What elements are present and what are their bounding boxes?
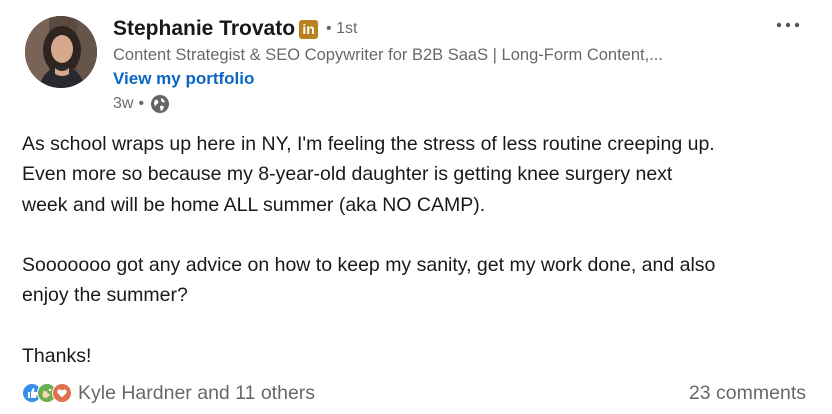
author-avatar[interactable]	[25, 16, 97, 88]
post-line: As school wraps up here in NY, I'm feeli…	[22, 133, 715, 155]
post-meta: 3w •	[113, 94, 170, 114]
reaction-icons	[22, 383, 72, 403]
love-icon	[52, 383, 72, 403]
post-paragraph: Sooooooo got any advice on how to keep m…	[22, 250, 812, 311]
more-options-icon	[776, 22, 800, 28]
globe-icon	[150, 94, 170, 114]
post-paragraph: As school wraps up here in NY, I'm feeli…	[22, 129, 812, 220]
post-body: As school wraps up here in NY, I'm feeli…	[22, 129, 812, 371]
post-line: week and will be home ALL summer (aka NO…	[22, 193, 486, 216]
post-line: Thanks!	[22, 345, 92, 368]
comments-count-link[interactable]: 23 comments	[689, 379, 806, 407]
reactions-summary[interactable]: Kyle Hardner and 11 others	[22, 379, 315, 407]
author-headline: Content Strategist & SEO Copywriter for …	[113, 46, 663, 64]
linkedin-premium-badge-icon: in	[299, 19, 319, 39]
post-line: enjoy the summer?	[22, 284, 188, 307]
author-name[interactable]: Stephanie Trovato	[113, 17, 295, 41]
view-portfolio-link[interactable]: View my portfolio	[113, 69, 254, 89]
more-options-button[interactable]	[773, 13, 803, 37]
connection-degree: • 1st	[326, 20, 358, 37]
author-name-row: Stephanie Trovato in • 1st	[113, 15, 357, 43]
profile-photo	[25, 16, 97, 88]
meta-separator: •	[138, 95, 145, 112]
post-paragraph: Thanks!	[22, 341, 812, 371]
post-time: 3w	[113, 95, 134, 112]
reactions-text[interactable]: Kyle Hardner and 11 others	[78, 382, 315, 405]
post-line: Even more so because my 8-year-old daugh…	[22, 163, 673, 186]
post-line: Sooooooo got any advice on how to keep m…	[22, 254, 716, 277]
feed-post: Stephanie Trovato in • 1st Content Strat…	[0, 0, 832, 414]
